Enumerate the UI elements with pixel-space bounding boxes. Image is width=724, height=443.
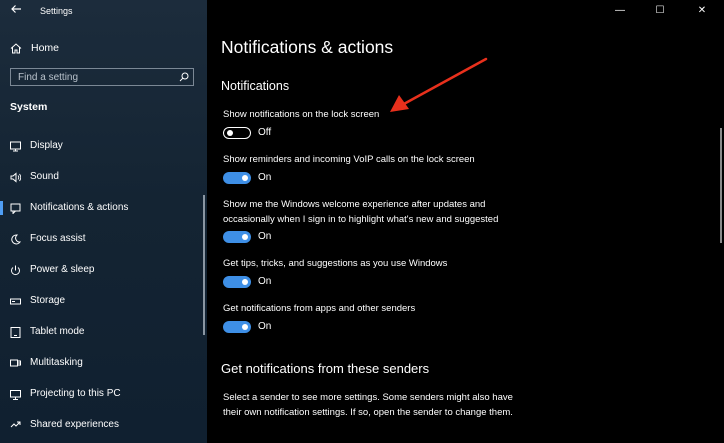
- setting-label-voip-reminders: Show reminders and incoming VoIP calls o…: [223, 154, 475, 165]
- sidebar: Settings Home System Display Sound: [0, 0, 207, 443]
- sidebar-item-notifications-actions[interactable]: Notifications & actions: [0, 197, 207, 219]
- sidebar-item-sound[interactable]: Sound: [0, 166, 207, 188]
- toggle-state-label: Off: [258, 127, 272, 138]
- projector-icon: [10, 390, 21, 400]
- moon-icon: [11, 234, 21, 245]
- sidebar-item-label: Projecting to this PC: [30, 388, 121, 399]
- power-icon: [11, 265, 20, 276]
- tablet-icon: [10, 327, 21, 338]
- sidebar-item-label: Shared experiences: [30, 419, 119, 430]
- sidebar-item-projecting[interactable]: Projecting to this PC: [0, 383, 207, 405]
- toggle-knob: [242, 234, 248, 240]
- home-label: Home: [31, 42, 60, 54]
- app-title: Settings: [40, 6, 73, 16]
- toggle-state-label: On: [258, 321, 272, 332]
- sidebar-item-home[interactable]: Home: [0, 38, 207, 58]
- main-scrollbar[interactable]: [720, 128, 722, 243]
- minimize-button[interactable]: —: [612, 4, 628, 18]
- sidebar-item-label: Storage: [30, 295, 66, 306]
- toggle-state-label: On: [258, 276, 272, 287]
- toggle-state-label: On: [258, 172, 272, 183]
- sidebar-item-storage[interactable]: Storage: [0, 290, 207, 312]
- toggle-app-notifications[interactable]: [223, 321, 251, 333]
- toggle-lock-screen-notifications[interactable]: [223, 127, 251, 139]
- sidebar-item-label: Tablet mode: [30, 326, 85, 337]
- toggle-welcome-experience[interactable]: [223, 231, 251, 243]
- toggle-knob: [242, 279, 248, 285]
- home-icon: [10, 43, 22, 54]
- section-title-senders: Get notifications from these senders: [221, 361, 430, 376]
- sidebar-item-label: Focus assist: [30, 233, 86, 244]
- back-arrow-icon: [11, 5, 21, 13]
- notification-icon: [10, 203, 21, 214]
- sidebar-item-shared-experiences[interactable]: Shared experiences: [0, 414, 207, 436]
- main-content: — ☐ ✕ Notifications & actions Notificati…: [207, 0, 724, 443]
- sidebar-item-multitasking[interactable]: Multitasking: [0, 352, 207, 374]
- sidebar-item-display[interactable]: Display: [0, 135, 207, 157]
- display-icon: [10, 141, 21, 152]
- close-button[interactable]: ✕: [694, 4, 710, 18]
- sidebar-item-label: Display: [30, 140, 63, 151]
- sidebar-item-label: Sound: [30, 171, 59, 182]
- sidebar-item-label: Power & sleep: [30, 264, 95, 275]
- shared-icon: [10, 421, 21, 428]
- setting-label-welcome-experience: Show me the Windows welcome experience a…: [223, 199, 499, 225]
- section-title-notifications: Notifications: [221, 79, 290, 93]
- search-input[interactable]: [11, 69, 178, 85]
- toggle-voip-reminders[interactable]: [223, 172, 251, 184]
- search-icon[interactable]: [179, 72, 189, 82]
- speaker-icon: [10, 172, 21, 183]
- multitasking-icon: [10, 359, 21, 367]
- storage-icon: [10, 298, 21, 305]
- toggle-tips[interactable]: [223, 276, 251, 288]
- setting-label-app-notifications: Get notifications from apps and other se…: [223, 303, 416, 314]
- page-title: Notifications & actions: [221, 37, 394, 57]
- search-box[interactable]: [10, 68, 194, 86]
- sidebar-scrollbar[interactable]: [203, 195, 205, 335]
- annotation-arrow-icon: [390, 57, 488, 112]
- sidebar-item-label: Multitasking: [30, 357, 83, 368]
- toggle-knob: [242, 175, 248, 181]
- maximize-button[interactable]: ☐: [652, 4, 668, 18]
- sidebar-item-tablet-mode[interactable]: Tablet mode: [0, 321, 207, 343]
- section-header-system: System: [10, 101, 48, 113]
- window-controls: — ☐ ✕: [604, 0, 724, 24]
- setting-label-tips: Get tips, tricks, and suggestions as you…: [223, 258, 448, 269]
- sidebar-item-focus-assist[interactable]: Focus assist: [0, 228, 207, 250]
- toggle-knob: [227, 129, 233, 136]
- toggle-state-label: On: [258, 231, 272, 242]
- toggle-knob: [242, 324, 248, 330]
- senders-description: Select a sender to see more settings. So…: [223, 392, 513, 418]
- titlebar: Settings: [0, 0, 207, 24]
- back-button[interactable]: [8, 3, 24, 19]
- sidebar-item-power-sleep[interactable]: Power & sleep: [0, 259, 207, 281]
- sidebar-item-label: Notifications & actions: [30, 202, 129, 213]
